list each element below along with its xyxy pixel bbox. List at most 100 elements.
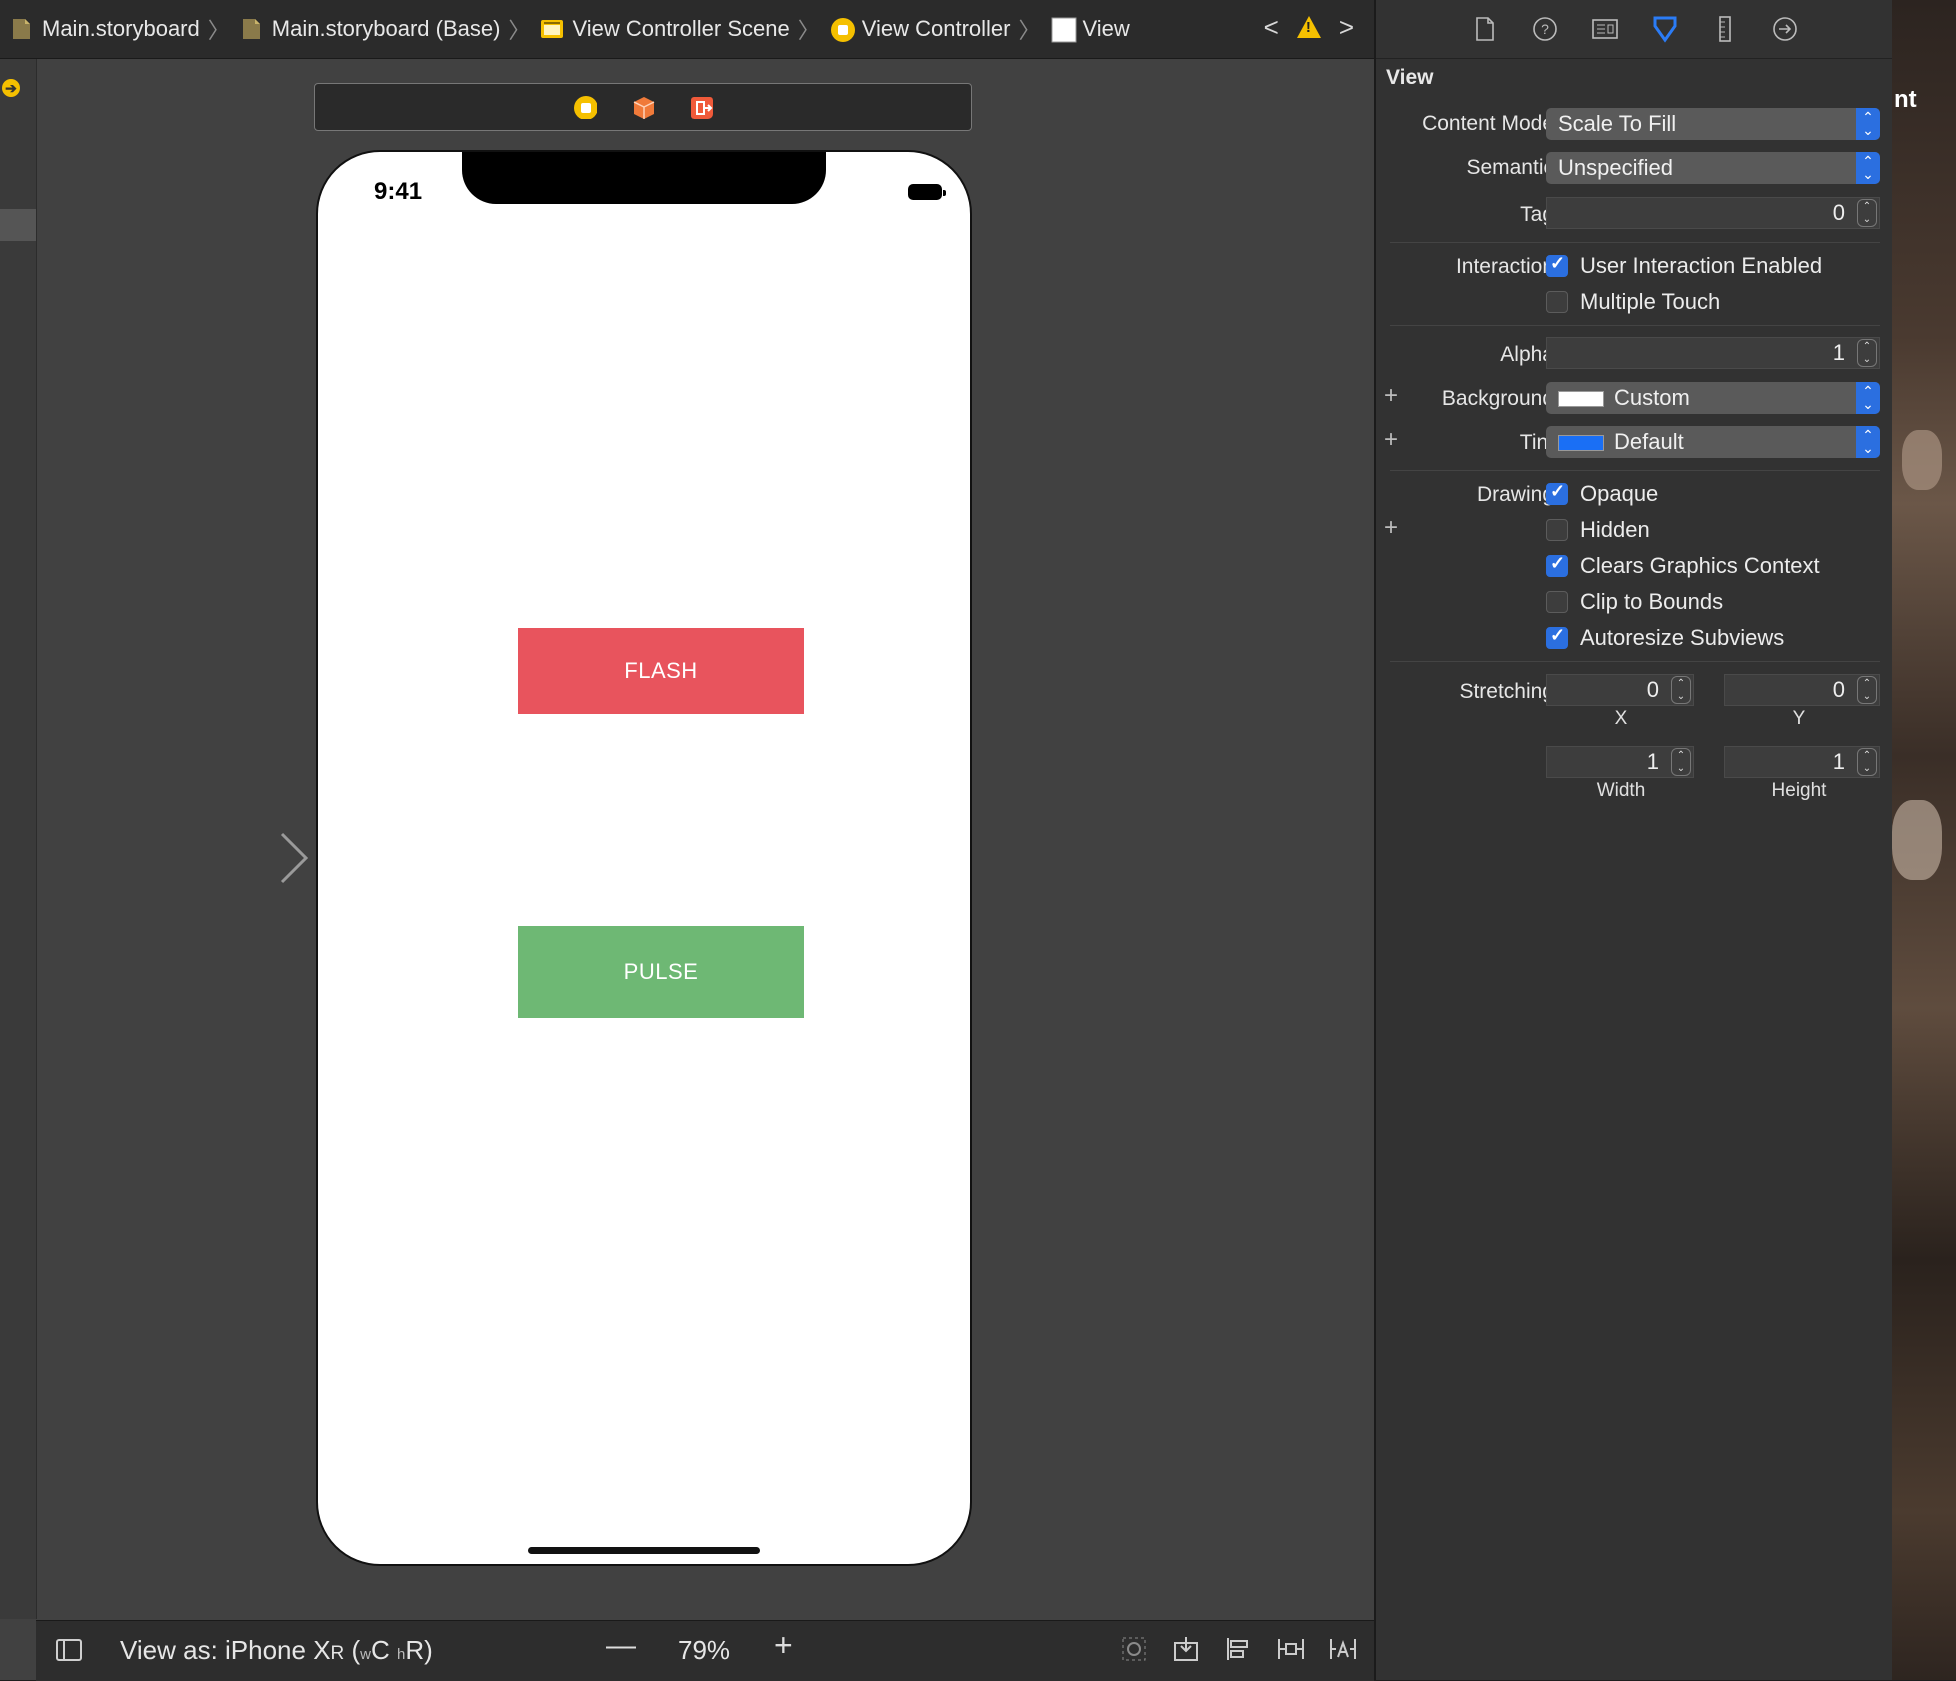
- zoom-out-button[interactable]: —: [606, 1629, 636, 1663]
- breadcrumb-separator: 〉: [508, 18, 531, 43]
- background-color-swatch[interactable]: [1558, 391, 1604, 408]
- stretch-x-caption: X: [1614, 708, 1628, 729]
- view-controller-icon[interactable]: [573, 95, 597, 119]
- iphone-canvas[interactable]: 9:41 FLASH PULSE: [316, 150, 972, 1566]
- alpha-stepper[interactable]: ⌃ ⌄: [1857, 339, 1877, 367]
- embed-in-icon[interactable]: [1172, 1635, 1200, 1663]
- tint-popup[interactable]: Default ⌃ ⌄: [1546, 426, 1880, 458]
- tag-field[interactable]: 0 ⌃ ⌄: [1546, 197, 1880, 229]
- scene-dock: [314, 83, 972, 131]
- file-inspector-icon[interactable]: [1469, 13, 1501, 45]
- opaque-checkbox[interactable]: [1546, 481, 1568, 505]
- exit-icon[interactable]: [689, 95, 713, 119]
- popup-chevron-icon: ⌃ ⌄: [1856, 152, 1880, 184]
- background-popup[interactable]: Custom ⌃ ⌄: [1546, 382, 1880, 414]
- size-class-w: w: [360, 1646, 372, 1663]
- identity-inspector-icon[interactable]: [1589, 13, 1621, 45]
- attributes-inspector: ? View Content Mode Scale To Fill ⌃ ⌄ Sem…: [1374, 0, 1894, 1680]
- inspector-section-title: View: [1386, 66, 1434, 89]
- entry-point-icon[interactable]: ➔: [2, 79, 20, 97]
- clip-to-bounds-label: Clip to Bounds: [1580, 589, 1724, 614]
- home-indicator: [528, 1547, 760, 1554]
- tag-stepper[interactable]: ⌃ ⌄: [1857, 199, 1877, 227]
- stretch-y-field[interactable]: 0 ⌃ ⌄: [1724, 674, 1880, 706]
- view-as-label: View as: iPhone X: [120, 1635, 331, 1665]
- autoresize-subviews-label: Autoresize Subviews: [1580, 625, 1785, 650]
- warning-icon[interactable]: [1296, 16, 1321, 38]
- tint-color-swatch[interactable]: [1558, 435, 1604, 452]
- wallpaper-detail: [1892, 800, 1942, 880]
- stretch-x-field[interactable]: 0 ⌃ ⌄: [1546, 674, 1694, 706]
- add-variation-icon[interactable]: +: [1384, 382, 1398, 410]
- storyboard-editor: Main.storyboard 〉 Main.storyboard (Base)…: [0, 0, 1374, 1681]
- flash-button[interactable]: FLASH: [518, 628, 804, 714]
- content-mode-popup[interactable]: Scale To Fill ⌃ ⌄: [1546, 108, 1880, 140]
- semantic-popup[interactable]: Unspecified ⌃ ⌄: [1546, 152, 1880, 184]
- attributes-inspector-icon[interactable]: [1649, 13, 1681, 45]
- breadcrumb-main-storyboard[interactable]: Main.storyboard 〉: [0, 13, 230, 45]
- outline-selection[interactable]: [0, 209, 36, 241]
- breadcrumb-label: View Controller: [861, 16, 1011, 41]
- divider: [1390, 242, 1880, 243]
- document-outline-toggle-icon[interactable]: [56, 1639, 82, 1661]
- add-constraints-icon[interactable]: [1276, 1635, 1304, 1663]
- zoom-level[interactable]: 79%: [678, 1635, 730, 1666]
- pulse-button[interactable]: PULSE: [518, 926, 804, 1018]
- view-icon: [1051, 17, 1077, 43]
- user-interaction-checkbox[interactable]: [1546, 253, 1568, 277]
- add-variation-icon[interactable]: +: [1384, 426, 1398, 454]
- zoom-in-button[interactable]: +: [774, 1627, 793, 1664]
- next-issue-icon[interactable]: >: [1339, 12, 1354, 42]
- stretch-y-stepper[interactable]: ⌃ ⌄: [1857, 676, 1877, 704]
- alpha-field[interactable]: 1 ⌃ ⌄: [1546, 337, 1880, 369]
- breadcrumb-label: Main.storyboard (Base): [271, 16, 501, 41]
- first-responder-icon[interactable]: [631, 95, 655, 119]
- content-mode-label: Content Mode: [1422, 112, 1554, 135]
- initial-view-controller-arrow[interactable]: [160, 830, 310, 886]
- view-as-device-button[interactable]: View as: iPhone XR (wC hR): [120, 1635, 433, 1666]
- stretch-x-stepper[interactable]: ⌃ ⌄: [1671, 676, 1691, 704]
- stretch-width-stepper[interactable]: ⌃ ⌄: [1671, 748, 1691, 776]
- hidden-label: Hidden: [1580, 517, 1650, 542]
- hidden-checkbox[interactable]: [1546, 519, 1568, 541]
- breadcrumb-view-controller[interactable]: View Controller 〉: [820, 13, 1041, 45]
- scene-icon: [540, 17, 564, 41]
- breadcrumb-view[interactable]: View: [1041, 16, 1130, 43]
- update-frames-icon[interactable]: [1120, 1635, 1148, 1663]
- align-icon[interactable]: [1224, 1635, 1252, 1663]
- breadcrumb-separator: 〉: [1018, 18, 1041, 43]
- divider: [1390, 661, 1880, 662]
- size-inspector-icon[interactable]: [1709, 13, 1741, 45]
- quick-help-icon[interactable]: ?: [1529, 13, 1561, 45]
- multiple-touch-checkbox[interactable]: [1546, 291, 1568, 313]
- breadcrumb-view-controller-scene[interactable]: View Controller Scene 〉: [530, 13, 820, 45]
- clip-to-bounds-checkbox[interactable]: [1546, 591, 1568, 613]
- connections-inspector-icon[interactable]: [1769, 13, 1801, 45]
- battery-icon: [908, 184, 946, 200]
- issue-navigator: < >: [1264, 12, 1354, 42]
- stretch-height-stepper[interactable]: ⌃ ⌄: [1857, 748, 1877, 776]
- content-mode-value: Scale To Fill: [1558, 111, 1677, 136]
- divider: [1390, 325, 1880, 326]
- multiple-touch-label: Multiple Touch: [1580, 289, 1721, 314]
- tag-value: 0: [1832, 200, 1845, 225]
- stretch-width-value: 1: [1646, 749, 1659, 774]
- alpha-value: 1: [1832, 340, 1845, 365]
- divider: [1390, 470, 1880, 471]
- stretch-width-field[interactable]: 1 ⌃ ⌄: [1546, 746, 1694, 778]
- resolve-issues-icon[interactable]: [1328, 1635, 1356, 1663]
- breadcrumb-separator: 〉: [207, 18, 230, 43]
- previous-issue-icon[interactable]: <: [1264, 12, 1279, 42]
- clears-graphics-context-checkbox[interactable]: [1546, 553, 1568, 577]
- add-variation-icon[interactable]: +: [1384, 514, 1398, 542]
- svg-text:?: ?: [1541, 21, 1549, 37]
- stretch-y-caption: Y: [1792, 708, 1806, 729]
- view-controller-icon: [830, 17, 855, 42]
- autoresize-subviews-checkbox[interactable]: [1546, 625, 1568, 649]
- breadcrumb-main-storyboard-base[interactable]: Main.storyboard (Base) 〉: [230, 13, 531, 45]
- stretch-height-field[interactable]: 1 ⌃ ⌄: [1724, 746, 1880, 778]
- size-class-r: R: [405, 1635, 425, 1665]
- breadcrumb-separator: 〉: [797, 18, 820, 43]
- semantic-value: Unspecified: [1558, 155, 1673, 180]
- opaque-label: Opaque: [1580, 481, 1659, 506]
